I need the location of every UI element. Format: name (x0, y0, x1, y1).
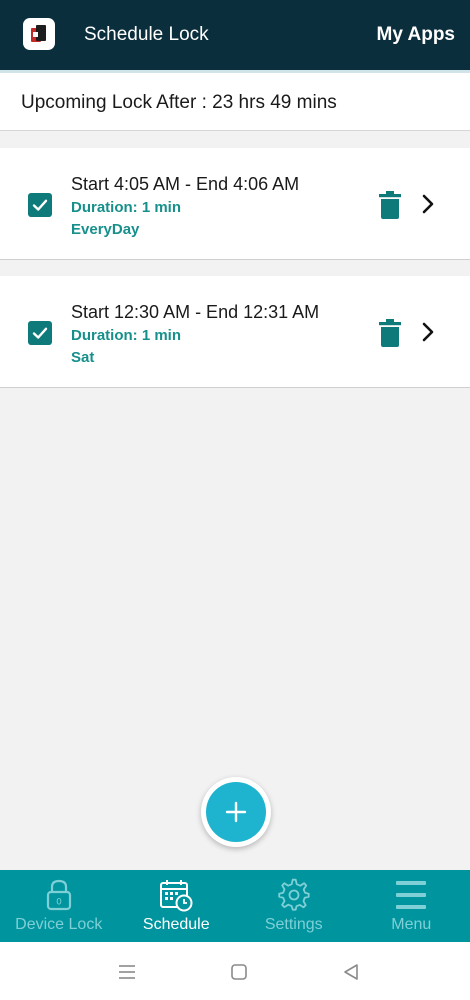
chevron-right-icon[interactable] (419, 193, 437, 215)
schedule-duration: Duration: 1 min (71, 199, 182, 216)
schedule-card[interactable]: Start 12:30 AM - End 12:31 AM Duration: … (0, 276, 470, 388)
upcoming-lock-banner: Upcoming Lock After : 23 hrs 49 mins (0, 73, 470, 131)
schedule-days: EveryDay (71, 221, 140, 238)
schedule-card[interactable]: Start 4:05 AM - End 4:06 AM Duration: 1 … (0, 148, 470, 260)
padlock-icon: 0 (46, 879, 71, 911)
nav-item-device-lock[interactable]: 0 Device Lock (0, 870, 118, 942)
back-button[interactable] (340, 961, 362, 983)
chevron-right-icon[interactable] (419, 321, 437, 343)
plus-icon (225, 801, 247, 823)
nav-label-schedule: Schedule (142, 916, 210, 933)
add-schedule-button-inner[interactable] (206, 782, 266, 842)
home-button[interactable] (228, 961, 250, 983)
recent-apps-button[interactable] (116, 961, 138, 983)
upcoming-lock-text: Upcoming Lock After : 23 hrs 49 mins (21, 92, 337, 113)
trash-icon[interactable] (378, 318, 402, 348)
schedule-days: Sat (71, 349, 95, 366)
hamburger-icon (396, 881, 427, 909)
svg-text:0: 0 (56, 898, 62, 908)
app-bar: Schedule Lock My Apps (0, 0, 470, 70)
nav-item-settings[interactable]: Settings (235, 870, 353, 942)
page-title: Schedule Lock (84, 24, 209, 45)
bottom-navigation: 0 Device Lock Schedule Settings Menu (0, 870, 470, 942)
schedule-duration: Duration: 1 min (71, 327, 182, 344)
schedule-enabled-checkbox[interactable] (28, 321, 52, 345)
home-square-icon (231, 964, 247, 980)
nav-item-schedule[interactable]: Schedule (118, 870, 236, 942)
my-apps-button[interactable]: My Apps (377, 24, 455, 46)
recents-lines-icon (119, 965, 135, 979)
nav-label-menu: Menu (391, 916, 432, 933)
gear-icon (278, 878, 310, 911)
nav-label-settings: Settings (264, 916, 323, 933)
schedule-time: Start 4:05 AM - End 4:06 AM (71, 174, 300, 194)
nav-item-menu[interactable]: Menu (353, 870, 470, 942)
nav-label-device-lock: Device Lock (15, 916, 103, 933)
trash-icon[interactable] (378, 190, 402, 220)
system-navigation-bar (0, 942, 470, 1000)
add-schedule-button[interactable] (201, 777, 271, 847)
check-icon (32, 327, 48, 339)
back-triangle-icon (344, 964, 358, 980)
schedule-enabled-checkbox[interactable] (28, 193, 52, 217)
calendar-clock-icon (160, 880, 193, 912)
schedule-time: Start 12:30 AM - End 12:31 AM (71, 302, 320, 322)
check-icon (32, 199, 48, 211)
lock-app-icon (23, 18, 55, 50)
